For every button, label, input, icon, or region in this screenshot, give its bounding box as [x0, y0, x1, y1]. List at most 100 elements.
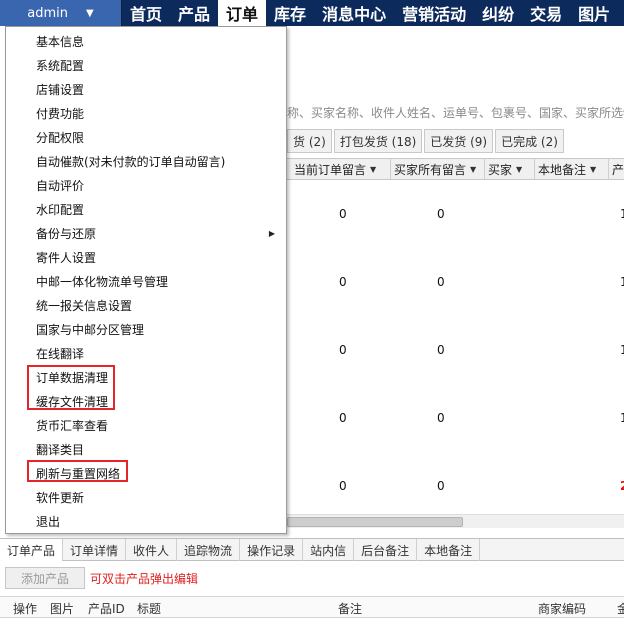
status-tab-3[interactable]: 已完成 (2) [495, 129, 564, 153]
current-message-count: 0 [339, 343, 347, 357]
menu-item-1[interactable]: 系统配置 [6, 54, 286, 78]
menu-item-label: 水印配置 [36, 203, 85, 217]
column-header-0[interactable]: 当前订单留言 ▼ [291, 159, 391, 179]
menu-item-label: 店铺设置 [36, 83, 85, 97]
status-tab-1[interactable]: 打包发货 (18) [333, 129, 423, 153]
column-header-1[interactable]: 买家所有留言 ▼ [391, 159, 485, 179]
status-tab-2[interactable]: 已发货 (9) [424, 129, 494, 153]
column-header-4[interactable]: 产 [609, 159, 624, 179]
nav-item-0[interactable]: 首页 [122, 0, 170, 26]
menu-item-label: 刷新与重置网络 [36, 467, 121, 481]
current-message-count: 0 [339, 275, 347, 289]
table-row[interactable]: 00 [287, 343, 624, 411]
tab-3[interactable]: 追踪物流 [177, 539, 241, 561]
tab-6[interactable]: 后台备注 [354, 539, 418, 561]
order-grid-header: 当前订单留言 ▼ 买家所有留言 ▼ 买家 ▼ 本地备注 ▼ 产 [287, 158, 624, 180]
column-header-label: 本地备注 [538, 162, 587, 177]
menu-item-20[interactable]: 退出 [6, 510, 286, 534]
table-row[interactable]: 00 [287, 275, 624, 343]
column-header-label: 当前订单留言 [294, 162, 367, 177]
edit-hint: 可双击产品弹出编辑 [90, 572, 199, 586]
menu-item-16[interactable]: 货币汇率查看 [6, 414, 286, 438]
tab-7[interactable]: 本地备注 [417, 539, 481, 561]
product-column-6[interactable]: 金 [617, 600, 624, 617]
order-status-tabs: 货 (2) 打包发货 (18) 已发货 (9) 已完成 (2) [287, 129, 566, 153]
chevron-down-icon: ▼ [86, 7, 94, 19]
column-header-2[interactable]: 买家 ▼ [485, 159, 535, 179]
menu-item-label: 备份与还原 [36, 227, 97, 241]
sort-icon[interactable]: ▼ [516, 165, 522, 174]
product-column-1[interactable]: 图片 [50, 600, 74, 617]
column-header-label: 产 [612, 162, 624, 177]
table-row[interactable]: 00 [287, 411, 624, 479]
menu-item-14[interactable]: 订单数据清理 [6, 366, 286, 390]
menu-item-13[interactable]: 在线翻译 [6, 342, 286, 366]
menu-item-8[interactable]: 备份与还原 ▶ [6, 222, 286, 246]
all-message-count: 0 [437, 207, 445, 221]
menu-item-4[interactable]: 分配权限 [6, 126, 286, 150]
product-column-5[interactable]: 商家编码 [538, 600, 586, 617]
menu-item-label: 货币汇率查看 [36, 419, 109, 433]
nav-item-6[interactable]: 纠纷 [474, 0, 522, 26]
menu-item-17[interactable]: 翻译类目 [6, 438, 286, 462]
current-message-count: 0 [339, 479, 347, 493]
menu-item-18[interactable]: 刷新与重置网络 [6, 462, 286, 486]
menu-item-15[interactable]: 缓存文件清理 [6, 390, 286, 414]
search-hint: 称、买家名称、收件人姓名、运单号、包裹号、国家、买家所选物 [287, 106, 624, 120]
menu-item-label: 软件更新 [36, 491, 85, 505]
nav-item-3[interactable]: 库存 [266, 0, 314, 26]
all-message-count: 0 [437, 411, 445, 425]
menu-item-12[interactable]: 国家与中邮分区管理 [6, 318, 286, 342]
nav-item-5[interactable]: 营销活动 [394, 0, 474, 26]
product-column-3[interactable]: 标题 [137, 600, 161, 617]
edge-value: 2 [620, 479, 624, 493]
menu-item-6[interactable]: 自动评价 [6, 174, 286, 198]
column-header-3[interactable]: 本地备注 ▼ [535, 159, 609, 179]
menu-item-19[interactable]: 软件更新 [6, 486, 286, 510]
menu-item-10[interactable]: 中邮一体化物流单号管理 [6, 270, 286, 294]
product-column-0[interactable]: 操作 [13, 600, 37, 617]
nav-item-7[interactable]: 交易 [522, 0, 570, 26]
menu-item-0[interactable]: 基本信息 [6, 30, 286, 54]
menu-item-9[interactable]: 寄件人设置 [6, 246, 286, 270]
all-message-count: 0 [437, 479, 445, 493]
current-message-count: 0 [339, 411, 347, 425]
table-row[interactable]: 00 [287, 207, 624, 275]
tab-2[interactable]: 收件人 [126, 539, 178, 561]
tab-4[interactable]: 操作记录 [240, 539, 304, 561]
add-product-button[interactable]: 添加产品 [5, 567, 85, 589]
horizontal-scrollbar[interactable] [287, 514, 624, 528]
user-menu-button[interactable]: admin ▼ [0, 0, 122, 26]
nav-item-8[interactable]: 图片 [570, 0, 618, 26]
menu-item-3[interactable]: 付费功能 [6, 102, 286, 126]
user-name: admin [27, 5, 69, 21]
product-grid-header: 操作 图片 产品ID 标题 备注 商家编码 金 [0, 596, 624, 618]
nav-item-1[interactable]: 产品 [170, 0, 218, 26]
menu-item-7[interactable]: 水印配置 [6, 198, 286, 222]
menu-item-label: 翻译类目 [36, 443, 85, 457]
status-tab-0[interactable]: 货 (2) [287, 129, 332, 153]
sort-icon[interactable]: ▼ [590, 165, 596, 174]
column-header-label: 买家 [488, 162, 513, 177]
tab-5[interactable]: 站内信 [303, 539, 355, 561]
edge-value: 1 [620, 411, 624, 425]
menu-item-label: 中邮一体化物流单号管理 [36, 275, 169, 289]
menu-item-5[interactable]: 自动催款(对未付款的订单自动留言) [6, 150, 286, 174]
menu-item-11[interactable]: 统一报关信息设置 [6, 294, 286, 318]
tab-0[interactable]: 订单产品 [0, 539, 64, 561]
sort-icon[interactable]: ▼ [470, 165, 476, 174]
nav-item-4[interactable]: 消息中心 [314, 0, 394, 26]
current-message-count: 0 [339, 207, 347, 221]
table-row[interactable]: 00 [287, 479, 624, 547]
edge-value: 1 [620, 343, 624, 357]
menu-item-label: 订单数据清理 [36, 371, 109, 385]
menu-item-label: 寄件人设置 [36, 251, 97, 265]
menu-item-label: 在线翻译 [36, 347, 85, 361]
tab-1[interactable]: 订单详情 [63, 539, 127, 561]
scrollbar-thumb[interactable] [287, 517, 463, 527]
product-column-4[interactable]: 备注 [338, 600, 362, 617]
sort-icon[interactable]: ▼ [370, 165, 376, 174]
menu-item-2[interactable]: 店铺设置 [6, 78, 286, 102]
nav-item-2[interactable]: 订单 [218, 0, 267, 26]
product-column-2[interactable]: 产品ID [88, 600, 125, 617]
